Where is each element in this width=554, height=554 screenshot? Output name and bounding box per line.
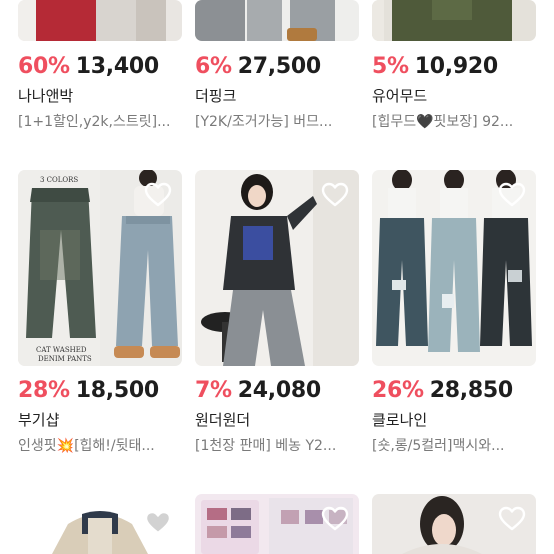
product-image[interactable] [195, 0, 359, 41]
shop-name[interactable]: 클로나인 [372, 409, 552, 430]
heart-icon[interactable] [144, 510, 172, 536]
product-description[interactable]: [1+1할인,y2k,스트릿]... [18, 111, 188, 131]
shop-name[interactable]: 유어무드 [372, 85, 552, 106]
product-description[interactable]: [1천장 판매] 베농 Y2... [195, 435, 365, 455]
image-caption-type: DENIM PANTS [38, 355, 92, 363]
shop-name[interactable]: 부기샵 [18, 409, 198, 430]
discount-rate: 5% [372, 54, 409, 79]
image-caption-colors: 3 COLORS [40, 176, 79, 184]
heart-icon[interactable] [144, 182, 172, 208]
image-caption-name: CAT WASHED [36, 346, 87, 354]
product-image[interactable] [195, 494, 359, 554]
product-image[interactable] [18, 0, 182, 41]
product-description[interactable]: [숏,롱/5컬러]맥시와... [372, 435, 542, 455]
price: 10,920 [414, 54, 498, 79]
price: 28,850 [429, 378, 513, 403]
product-description[interactable]: [힙무드🖤핏보장] 92... [372, 111, 542, 131]
discount-rate: 28% [18, 378, 70, 403]
product-image[interactable] [372, 0, 536, 41]
price: 13,400 [75, 54, 159, 79]
discount-rate: 6% [195, 54, 232, 79]
product-image[interactable] [372, 494, 536, 554]
product-image[interactable] [18, 494, 182, 554]
discount-rate: 7% [195, 378, 232, 403]
shop-name[interactable]: 더핑크 [195, 85, 375, 106]
product-description[interactable]: [Y2K/조거가능] 버므... [195, 111, 365, 131]
heart-icon[interactable] [498, 182, 526, 208]
shop-name[interactable]: 나나앤박 [18, 85, 198, 106]
heart-icon[interactable] [321, 182, 349, 208]
product-description[interactable]: 인생핏💥[힙해!/뒷태... [18, 435, 188, 455]
discount-rate: 60% [18, 54, 70, 79]
price: 27,500 [237, 54, 321, 79]
product-image[interactable]: 3 COLORS CAT WASHED DENIM PANTS [18, 170, 182, 366]
heart-icon[interactable] [498, 506, 526, 532]
shop-name[interactable]: 원더원더 [195, 409, 375, 430]
price: 18,500 [75, 378, 159, 403]
heart-icon[interactable] [321, 506, 349, 532]
product-image[interactable] [372, 170, 536, 366]
price: 24,080 [237, 378, 321, 403]
product-image[interactable] [195, 170, 359, 366]
discount-rate: 26% [372, 378, 424, 403]
